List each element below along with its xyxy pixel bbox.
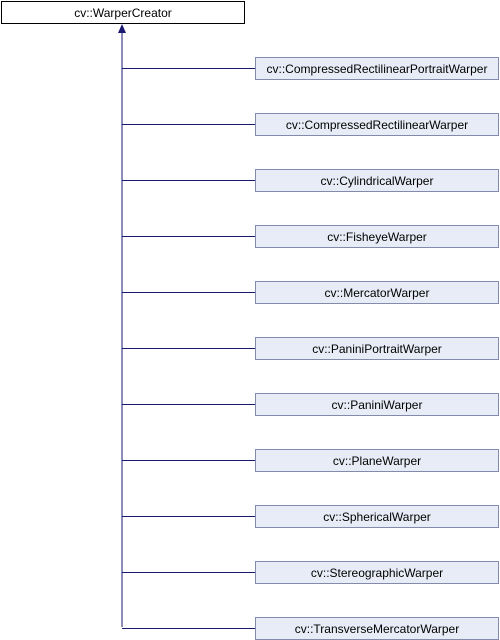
derived-class-node[interactable]: cv::PaniniWarper: [255, 393, 499, 416]
derived-class-node[interactable]: cv::PaniniPortraitWarper: [255, 337, 499, 360]
derived-class-node[interactable]: cv::TransverseMercatorWarper: [255, 617, 499, 640]
base-class-node[interactable]: cv::WarperCreator: [1, 1, 245, 24]
branch-lines: [122, 68, 255, 629]
derived-class-node[interactable]: cv::CompressedRectilinearWarper: [255, 113, 499, 136]
inheritance-arrowhead: [118, 24, 126, 33]
inheritance-diagram: cv::WarperCreator cv::CompressedRectilin…: [0, 0, 500, 640]
derived-class-node[interactable]: cv::CylindricalWarper: [255, 169, 499, 192]
derived-class-node[interactable]: cv::MercatorWarper: [255, 281, 499, 304]
derived-class-node[interactable]: cv::SphericalWarper: [255, 505, 499, 528]
derived-class-node[interactable]: cv::CompressedRectilinearPortraitWarper: [255, 57, 499, 80]
inheritance-edges: [118, 24, 255, 629]
derived-class-node[interactable]: cv::StereographicWarper: [255, 561, 499, 584]
derived-class-node[interactable]: cv::PlaneWarper: [255, 449, 499, 472]
derived-class-node[interactable]: cv::FisheyeWarper: [255, 225, 499, 248]
